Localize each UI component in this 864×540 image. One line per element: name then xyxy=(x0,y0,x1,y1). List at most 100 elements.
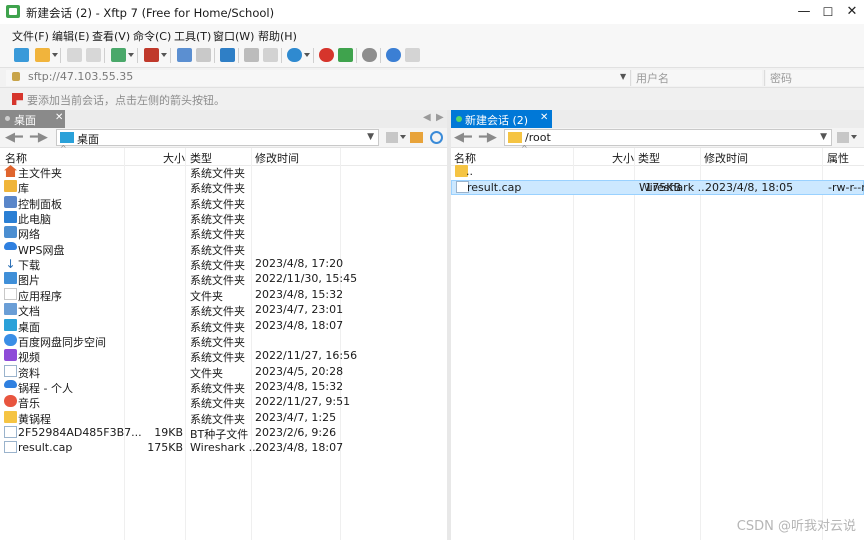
tab-scroll-right-icon[interactable]: ▶ xyxy=(436,112,444,123)
xftp-icon[interactable] xyxy=(338,48,353,62)
col-attr[interactable]: 属性 xyxy=(827,150,849,166)
cell-name: 文档 xyxy=(18,305,40,319)
open-folder-icon[interactable] xyxy=(35,48,50,62)
download-toolbar-icon[interactable] xyxy=(196,48,211,62)
col-type[interactable]: 类型 xyxy=(190,150,212,166)
host-dropdown-icon[interactable]: ▼ xyxy=(620,72,626,81)
cell-name: 主文件夹 xyxy=(18,167,62,180)
table-row[interactable]: 资料 文件夹 2023/4/5, 20:28 xyxy=(0,364,447,380)
menu-file[interactable]: 文件(F) xyxy=(12,28,49,44)
media-dropdown-icon[interactable] xyxy=(161,53,167,57)
table-row[interactable]: WPS网盘 系统文件夹 xyxy=(0,241,447,257)
help-icon[interactable] xyxy=(386,48,401,62)
table-row[interactable]: .. xyxy=(451,165,864,180)
documents-icon xyxy=(4,303,17,316)
table-row[interactable]: 黄锅程 系统文件夹 2023/4/7, 1:25 xyxy=(0,410,447,426)
path-dropdown-icon[interactable]: ▼ xyxy=(820,132,827,142)
new-session-icon[interactable] xyxy=(14,48,29,62)
add-session-arrow-icon[interactable] xyxy=(12,93,23,105)
back-arrow-icon[interactable]: ◀━ xyxy=(5,130,23,145)
table-row[interactable]: 网络 系统文件夹 xyxy=(0,226,447,241)
globe-icon[interactable] xyxy=(287,48,302,62)
desktop-folder-icon xyxy=(60,132,74,143)
open-dropdown-icon[interactable] xyxy=(52,53,58,57)
forward-arrow-icon[interactable]: ━▶ xyxy=(479,130,497,145)
col-type[interactable]: 类型 xyxy=(638,150,660,166)
upload-icon[interactable] xyxy=(177,48,192,62)
table-row[interactable]: 库 系统文件夹 xyxy=(0,180,447,195)
cell-mtime: 2023/4/7, 1:25 xyxy=(255,410,337,424)
table-row[interactable]: 百度网盘同步空间 系统文件夹 xyxy=(0,333,447,349)
bookmark-icon[interactable] xyxy=(386,132,398,143)
tab-status-dot-icon xyxy=(5,116,10,121)
col-size[interactable]: 大小 xyxy=(612,150,634,166)
menu-view[interactable]: 查看(V) xyxy=(92,28,130,44)
remote-column-header: 名称 ^ 大小 类型 修改时间 属性 xyxy=(451,144,864,166)
back-arrow-icon[interactable]: ◀━ xyxy=(454,130,472,145)
path-dropdown-icon[interactable]: ▼ xyxy=(367,132,374,142)
local-pane: ◀━ ━▶ 桌面 ▼ 名称 ^ 大小 类型 修改时间 主文件夹 系统文件夹库系统文… xyxy=(0,128,447,540)
close-button[interactable]: ✕ xyxy=(838,2,864,22)
table-row[interactable]: 2F52984AD485F3B7... 19KB BT种子文件 2023/2/6, 9… xyxy=(0,425,447,441)
library-icon xyxy=(4,180,17,193)
desktop-icon xyxy=(4,318,17,331)
tab-remote-label: 新建会话 (2) xyxy=(465,114,529,127)
media-icon[interactable] xyxy=(144,48,159,62)
cell-name: 下载 xyxy=(18,259,40,273)
parent-folder-button-icon[interactable] xyxy=(410,132,423,143)
sort-asc-icon: ^ xyxy=(60,144,67,153)
copy-icon[interactable] xyxy=(244,48,259,62)
menu-window[interactable]: 窗口(W) xyxy=(213,28,254,44)
table-row[interactable]: 锅程 - 个人 系统文件夹 2023/4/8, 15:32 xyxy=(0,379,447,395)
table-row[interactable]: 应用程序 文件夹 2023/4/8, 15:32 xyxy=(0,287,447,303)
col-name[interactable]: 名称 xyxy=(454,150,476,166)
table-row[interactable]: 视频 系统文件夹 2022/11/27, 16:56 xyxy=(0,349,447,364)
table-row[interactable]: result.cap 175KB Wireshark ... 2023/4/8, 18… xyxy=(0,441,447,456)
table-row[interactable]: 控制面板 系统文件夹 xyxy=(0,195,447,211)
col-mtime[interactable]: 修改时间 xyxy=(704,150,748,166)
toolbar-separator xyxy=(281,48,282,63)
new-folder-icon[interactable] xyxy=(111,48,126,62)
col-name[interactable]: 名称 xyxy=(5,150,27,166)
menu-command[interactable]: 命令(C) xyxy=(133,28,171,44)
tab-close-icon[interactable]: ✕ xyxy=(540,112,548,123)
cell-type: 系统文件夹 xyxy=(190,213,245,227)
xshell-icon[interactable] xyxy=(319,48,334,62)
refresh-icon[interactable] xyxy=(430,131,443,144)
forward-arrow-icon[interactable]: ━▶ xyxy=(30,130,48,145)
table-row[interactable]: 桌面 系统文件夹 2023/4/8, 18:07 xyxy=(0,318,447,334)
tab-scroll-left-icon[interactable]: ◀ xyxy=(423,112,431,123)
sync-icon[interactable] xyxy=(220,48,235,62)
table-row[interactable]: result.cap 175KB Wireshark ... 2023/4/8, 18… xyxy=(451,180,864,196)
chat-icon[interactable] xyxy=(405,48,420,62)
table-row[interactable]: 音乐 系统文件夹 2022/11/27, 9:51 xyxy=(0,395,447,410)
remote-path-box[interactable]: /root ▼ xyxy=(504,129,832,146)
menu-help[interactable]: 帮助(H) xyxy=(258,28,297,44)
table-row[interactable]: 主文件夹 系统文件夹 xyxy=(0,165,447,180)
col-mtime[interactable]: 修改时间 xyxy=(255,150,299,166)
cell-type: 系统文件夹 xyxy=(190,351,245,365)
tab-close-icon[interactable]: ✕ xyxy=(55,112,63,123)
disconnect-icon[interactable] xyxy=(86,48,101,62)
bookmark-icon[interactable] xyxy=(837,132,849,143)
col-size[interactable]: 大小 xyxy=(163,150,185,166)
table-row[interactable]: 文档 系统文件夹 2023/4/7, 23:01 xyxy=(0,303,447,318)
menu-edit[interactable]: 编辑(E) xyxy=(52,28,90,44)
table-row[interactable]: 图片 系统文件夹 2022/11/30, 15:45 xyxy=(0,272,447,287)
table-row[interactable]: 此电脑 系统文件夹 xyxy=(0,211,447,226)
tab-local-desktop[interactable]: 桌面 ✕ xyxy=(0,110,65,128)
table-row[interactable]: ↓ 下载 系统文件夹 2023/4/8, 17:20 xyxy=(0,257,447,272)
connect-icon[interactable] xyxy=(67,48,82,62)
bookmark-dropdown-icon[interactable] xyxy=(851,135,857,139)
bookmark-dropdown-icon[interactable] xyxy=(400,135,406,139)
cell-mtime: 2023/4/8, 18:07 xyxy=(255,318,344,332)
local-path-box[interactable]: 桌面 ▼ xyxy=(56,129,379,146)
paste-icon[interactable] xyxy=(263,48,278,62)
tab-remote-session[interactable]: 新建会话 (2) ✕ xyxy=(451,110,552,128)
globe-dropdown-icon[interactable] xyxy=(304,53,310,57)
new-dropdown-icon[interactable] xyxy=(128,53,134,57)
cell-mtime: 2022/11/27, 9:51 xyxy=(255,395,351,409)
window-title: 新建会话 (2) - Xftp 7 (Free for Home/School) xyxy=(26,6,275,20)
settings-gear-icon[interactable] xyxy=(362,48,377,62)
menu-tools[interactable]: 工具(T) xyxy=(174,28,211,44)
